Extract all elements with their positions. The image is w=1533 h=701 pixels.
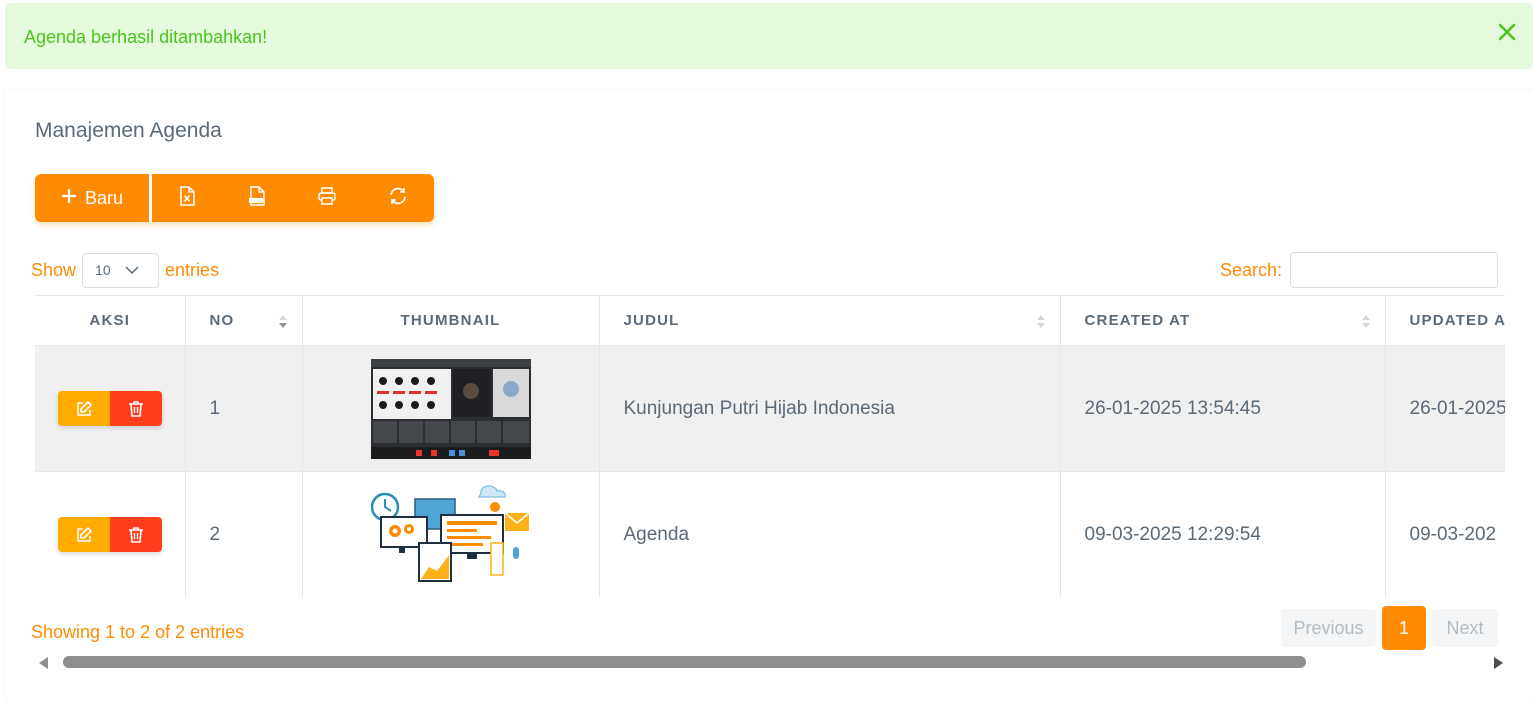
edit-icon — [76, 400, 92, 416]
thumbnail-cell — [302, 471, 600, 597]
search-input[interactable] — [1290, 252, 1498, 288]
table-row: 1 Kunjungan Putri Hijab Indonesia 26-01-… — [35, 345, 1505, 472]
scroll-left-arrow-icon[interactable] — [39, 657, 48, 669]
row-actions — [57, 517, 162, 552]
new-button-label: Baru — [84, 187, 124, 208]
row-number: 2 — [185, 471, 303, 597]
created-at-cell: 09-03-2025 12:29:54 — [1060, 471, 1386, 597]
csv-file-icon — [248, 185, 266, 211]
page-length-select[interactable]: 10 — [82, 252, 160, 288]
title-cell: Agenda — [599, 471, 1061, 597]
refresh-button[interactable] — [362, 174, 434, 222]
office-illustration-thumbnail[interactable] — [370, 484, 531, 585]
header-thumbnail: THUMBNAIL — [302, 295, 600, 346]
pagination: Previous 1 Next — [1281, 606, 1498, 650]
agenda-card: Manajemen Agenda Baru Show 10 entries Se… — [5, 89, 1533, 701]
export-csv-button[interactable] — [222, 174, 292, 222]
edit-button[interactable] — [57, 517, 110, 552]
alert-message: Agenda berhasil ditambahkan! — [24, 27, 268, 47]
trash-icon — [128, 526, 143, 543]
updated-at-cell: 09-03-202 — [1385, 471, 1505, 597]
delete-button[interactable] — [109, 391, 162, 426]
title-cell: Kunjungan Putri Hijab Indonesia — [599, 345, 1061, 472]
created-at-cell: 26-01-2025 13:54:45 — [1060, 345, 1386, 472]
updated-at-cell: 26-01-2025 — [1385, 345, 1505, 472]
success-alert: Agenda berhasil ditambahkan! — [5, 3, 1533, 69]
header-created-at[interactable]: CREATED AT — [1060, 295, 1386, 346]
next-button[interactable]: Next — [1432, 609, 1498, 647]
chevron-down-icon — [125, 262, 139, 278]
header-no-label: NO — [209, 312, 235, 329]
sort-icon — [1361, 315, 1370, 328]
header-judul[interactable]: JUDUL — [599, 295, 1061, 346]
export-excel-button[interactable] — [152, 174, 222, 222]
toolbar: Baru — [35, 174, 434, 222]
show-label: Show — [31, 259, 77, 280]
header-created-at-label: CREATED AT — [1084, 312, 1191, 329]
entries-label: entries — [165, 259, 220, 280]
plus-icon — [61, 188, 77, 209]
action-cell — [35, 471, 186, 597]
header-aksi: AKSI — [35, 295, 186, 346]
page-1-button[interactable]: 1 — [1382, 606, 1426, 650]
previous-button[interactable]: Previous — [1281, 609, 1376, 647]
agenda-table-container: AKSI NO THUMBNAIL JUDUL CREATED AT UPDAT… — [35, 295, 1505, 597]
page-length-control: Show 10 entries — [31, 252, 219, 288]
edit-icon — [76, 526, 92, 542]
table-row: 2 Agenda 09-03-2025 12:29:54 09-03-202 — [35, 471, 1505, 597]
header-judul-label: JUDUL — [623, 312, 680, 329]
table-info: Showing 1 to 2 of 2 entries — [31, 622, 245, 642]
sort-icon — [1036, 315, 1045, 328]
horizontal-scrollbar[interactable] — [39, 655, 1509, 671]
excel-file-icon — [178, 185, 196, 211]
row-number: 1 — [185, 345, 303, 472]
scroll-right-arrow-icon[interactable] — [1494, 657, 1503, 669]
thumbnail-cell — [302, 345, 600, 472]
print-icon — [317, 186, 337, 211]
sort-icon — [278, 315, 287, 328]
page-length-value: 10 — [95, 262, 111, 278]
card-title: Manajemen Agenda — [35, 119, 222, 142]
refresh-icon — [388, 186, 408, 211]
delete-button[interactable] — [109, 517, 162, 552]
video-conference-thumbnail[interactable] — [370, 358, 531, 459]
edit-button[interactable] — [57, 391, 110, 426]
row-actions — [57, 391, 162, 426]
header-no[interactable]: NO — [185, 295, 303, 346]
close-icon[interactable] — [1497, 22, 1517, 42]
search-control: Search: — [1220, 252, 1498, 288]
print-button[interactable] — [292, 174, 362, 222]
table-header-row: AKSI NO THUMBNAIL JUDUL CREATED AT UPDAT… — [35, 295, 1505, 346]
header-updated-at[interactable]: UPDATED AT — [1385, 295, 1505, 346]
trash-icon — [128, 400, 143, 417]
agenda-table: AKSI NO THUMBNAIL JUDUL CREATED AT UPDAT… — [35, 295, 1505, 597]
search-label: Search: — [1219, 259, 1282, 280]
new-button[interactable]: Baru — [35, 174, 149, 222]
scrollbar-thumb[interactable] — [63, 656, 1306, 668]
action-cell — [35, 345, 186, 472]
